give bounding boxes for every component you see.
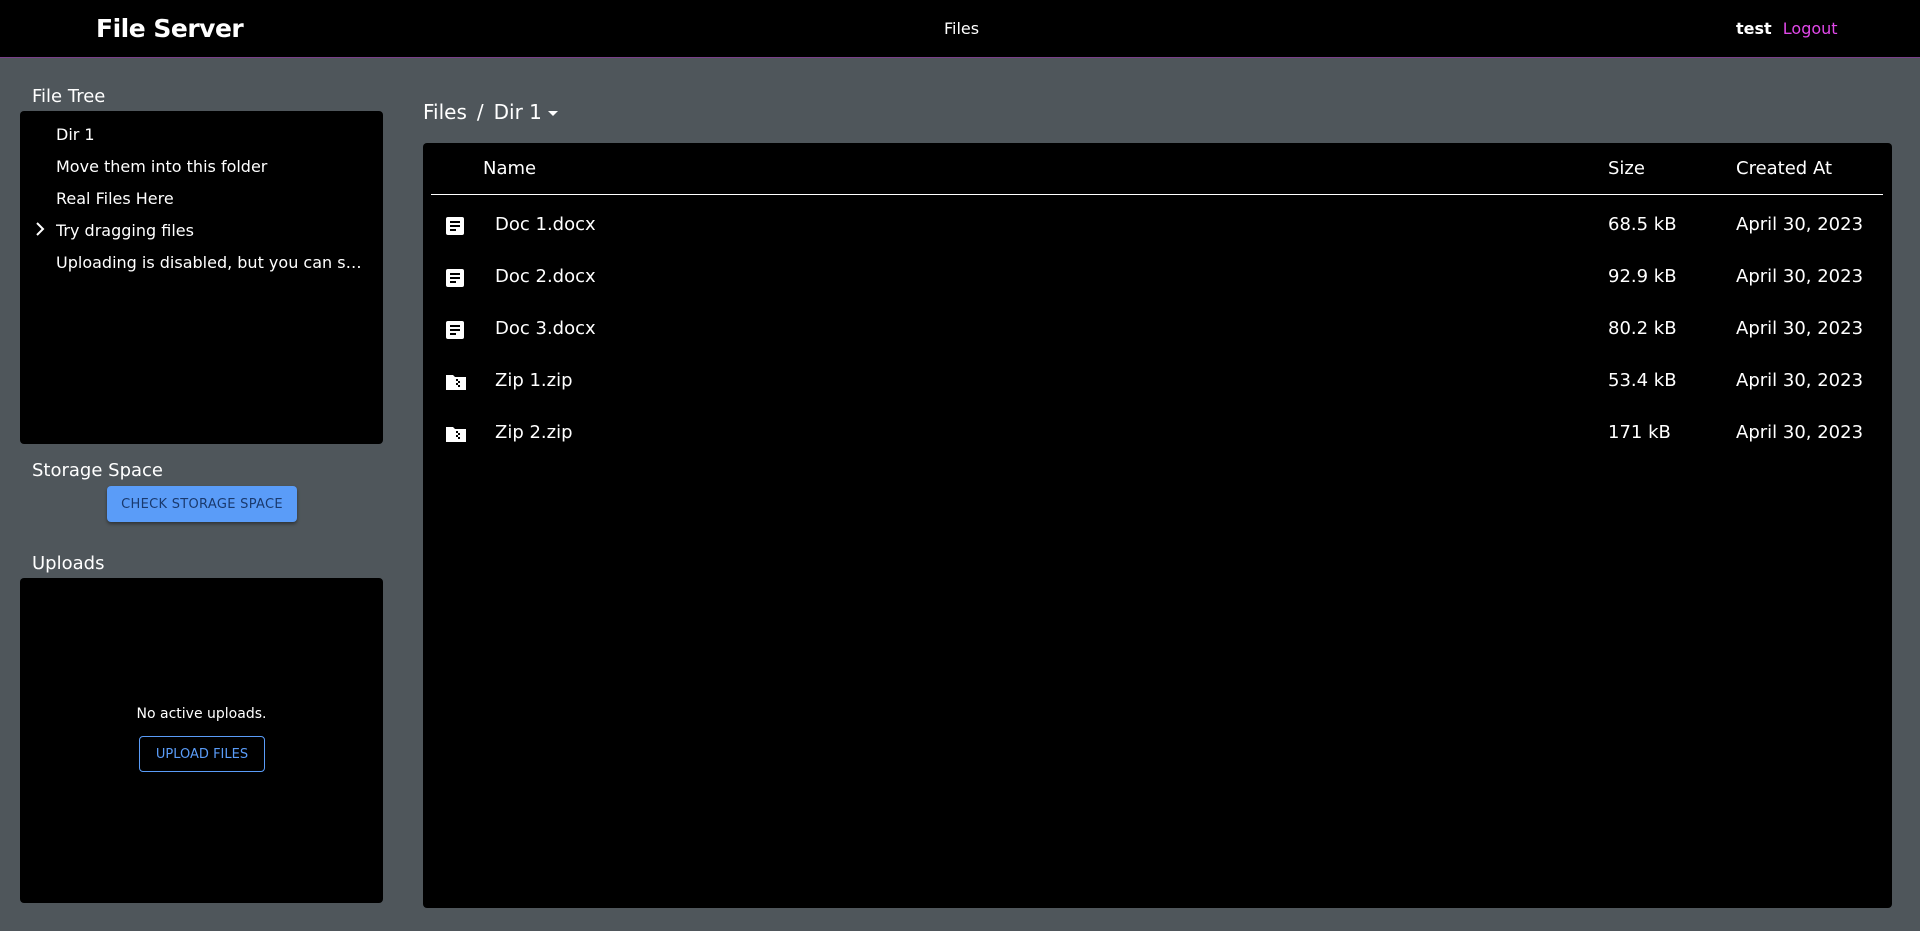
brand-title[interactable]: File Server bbox=[96, 14, 244, 43]
file-name: Zip 1.zip bbox=[495, 370, 573, 391]
document-icon bbox=[445, 320, 465, 340]
tree-item-dir-1[interactable]: Dir 1 bbox=[56, 125, 376, 144]
file-name: Doc 1.docx bbox=[495, 214, 596, 235]
file-created: April 30, 2023 bbox=[1736, 370, 1864, 391]
upload-files-button[interactable]: UPLOAD FILES bbox=[139, 736, 265, 772]
column-name-header[interactable]: Name bbox=[483, 158, 536, 179]
file-size: 53.4 kB bbox=[1608, 370, 1677, 391]
file-table-panel: Name Size Created At Doc 1.docx 68.5 kB … bbox=[423, 143, 1892, 908]
column-size-header[interactable]: Size bbox=[1608, 158, 1645, 179]
zip-folder-icon bbox=[445, 424, 466, 444]
uploads-title: Uploads bbox=[32, 553, 105, 574]
table-row[interactable]: Zip 1.zip 53.4 kB April 30, 2023 bbox=[431, 356, 1883, 408]
document-icon bbox=[445, 268, 465, 288]
file-name: Zip 2.zip bbox=[495, 422, 573, 443]
file-created: April 30, 2023 bbox=[1736, 422, 1864, 443]
check-storage-button[interactable]: CHECK STORAGE SPACE bbox=[107, 486, 297, 522]
file-size: 68.5 kB bbox=[1608, 214, 1677, 235]
file-size: 80.2 kB bbox=[1608, 318, 1677, 339]
no-uploads-text: No active uploads. bbox=[136, 706, 267, 722]
table-row[interactable]: Doc 2.docx 92.9 kB April 30, 2023 bbox=[431, 252, 1883, 304]
breadcrumb-dir-1[interactable]: Dir 1 bbox=[494, 100, 542, 124]
top-bar: File Server Files test Logout bbox=[0, 0, 1920, 58]
storage-title: Storage Space bbox=[32, 460, 164, 481]
logout-link[interactable]: Logout bbox=[1783, 19, 1838, 38]
file-created: April 30, 2023 bbox=[1736, 318, 1864, 339]
zip-folder-icon bbox=[445, 372, 466, 392]
username: test bbox=[1736, 19, 1772, 38]
breadcrumb: Files / Dir 1 bbox=[423, 100, 568, 124]
file-name: Doc 2.docx bbox=[495, 266, 596, 287]
document-icon bbox=[445, 216, 465, 236]
table-row[interactable]: Doc 1.docx 68.5 kB April 30, 2023 bbox=[431, 200, 1883, 252]
table-row[interactable]: Doc 3.docx 80.2 kB April 30, 2023 bbox=[431, 304, 1883, 356]
caret-down-icon[interactable] bbox=[547, 111, 558, 116]
file-tree-panel: Dir 1 Move them into this folder Real Fi… bbox=[20, 111, 383, 444]
tree-item-move-folder[interactable]: Move them into this folder bbox=[56, 157, 376, 176]
file-size: 92.9 kB bbox=[1608, 266, 1677, 287]
chevron-right-icon[interactable] bbox=[34, 221, 46, 240]
tree-item-try-dragging[interactable]: Try dragging files bbox=[56, 221, 376, 240]
user-area: test Logout bbox=[1736, 19, 1838, 38]
breadcrumb-separator: / bbox=[476, 100, 484, 124]
uploads-panel: No active uploads. UPLOAD FILES bbox=[20, 578, 383, 903]
file-created: April 30, 2023 bbox=[1736, 266, 1864, 287]
nav-files-link[interactable]: Files bbox=[944, 19, 979, 38]
table-row[interactable]: Zip 2.zip 171 kB April 30, 2023 bbox=[431, 408, 1883, 460]
file-tree-title: File Tree bbox=[32, 86, 106, 107]
column-created-header[interactable]: Created At bbox=[1736, 158, 1832, 179]
file-created: April 30, 2023 bbox=[1736, 214, 1864, 235]
table-header: Name Size Created At bbox=[431, 143, 1883, 195]
file-size: 171 kB bbox=[1608, 422, 1671, 443]
breadcrumb-files[interactable]: Files bbox=[423, 100, 467, 124]
file-name: Doc 3.docx bbox=[495, 318, 596, 339]
tree-item-real-files[interactable]: Real Files Here bbox=[56, 189, 376, 208]
tree-item-uploading-disabled[interactable]: Uploading is disabled, but you can still… bbox=[56, 253, 364, 272]
